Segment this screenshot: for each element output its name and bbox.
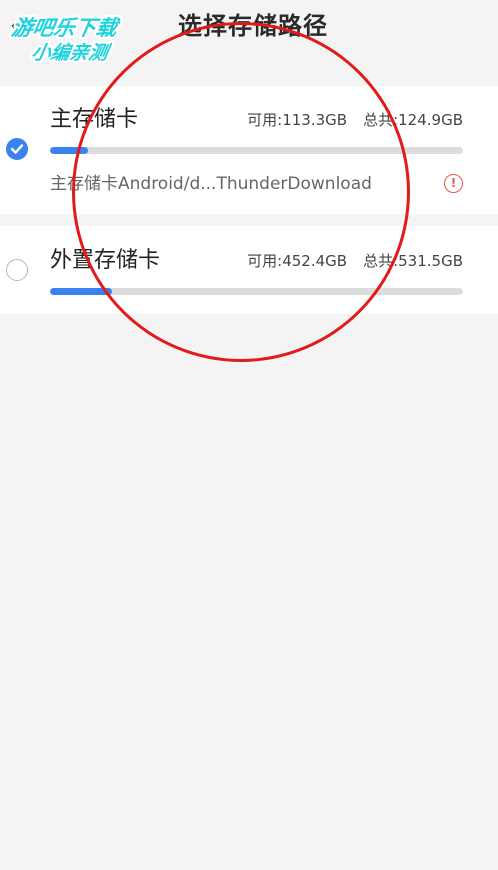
back-arrow-icon[interactable]: ‹ (10, 12, 34, 38)
usage-progress-fill (50, 288, 112, 295)
watermark-line2: 小编亲测 (29, 42, 110, 64)
app-header: ‹ 选择存储路径 游吧乐下载 小编亲测 (0, 0, 498, 64)
radio-empty-icon[interactable] (6, 259, 28, 281)
storage-name: 主存储卡 (50, 107, 139, 132)
storage-option-external[interactable]: 外置存储卡 可用:452.4GB 总共:531.5GB (0, 226, 498, 314)
usage-progress-bar (50, 147, 463, 154)
total-space: 总共:124.9GB (363, 111, 463, 129)
check-circle-icon[interactable] (6, 138, 28, 160)
download-path: 主存储卡Android/d...ThunderDownload (50, 174, 372, 194)
page-title: 选择存储路径 (178, 12, 328, 40)
warning-icon[interactable]: ! (444, 174, 463, 193)
available-space: 可用:452.4GB (247, 252, 348, 270)
storage-stats: 可用:113.3GB 总共:124.9GB (247, 109, 463, 131)
storage-stats: 可用:452.4GB 总共:531.5GB (247, 250, 463, 272)
usage-progress-bar (50, 288, 463, 295)
usage-progress-fill (50, 147, 89, 154)
storage-name: 外置存储卡 (50, 248, 161, 273)
total-space: 总共:531.5GB (363, 252, 463, 270)
storage-option-primary[interactable]: 主存储卡 可用:113.3GB 总共:124.9GB 主存储卡Android/d.… (0, 86, 498, 214)
available-space: 可用:113.3GB (247, 111, 348, 129)
